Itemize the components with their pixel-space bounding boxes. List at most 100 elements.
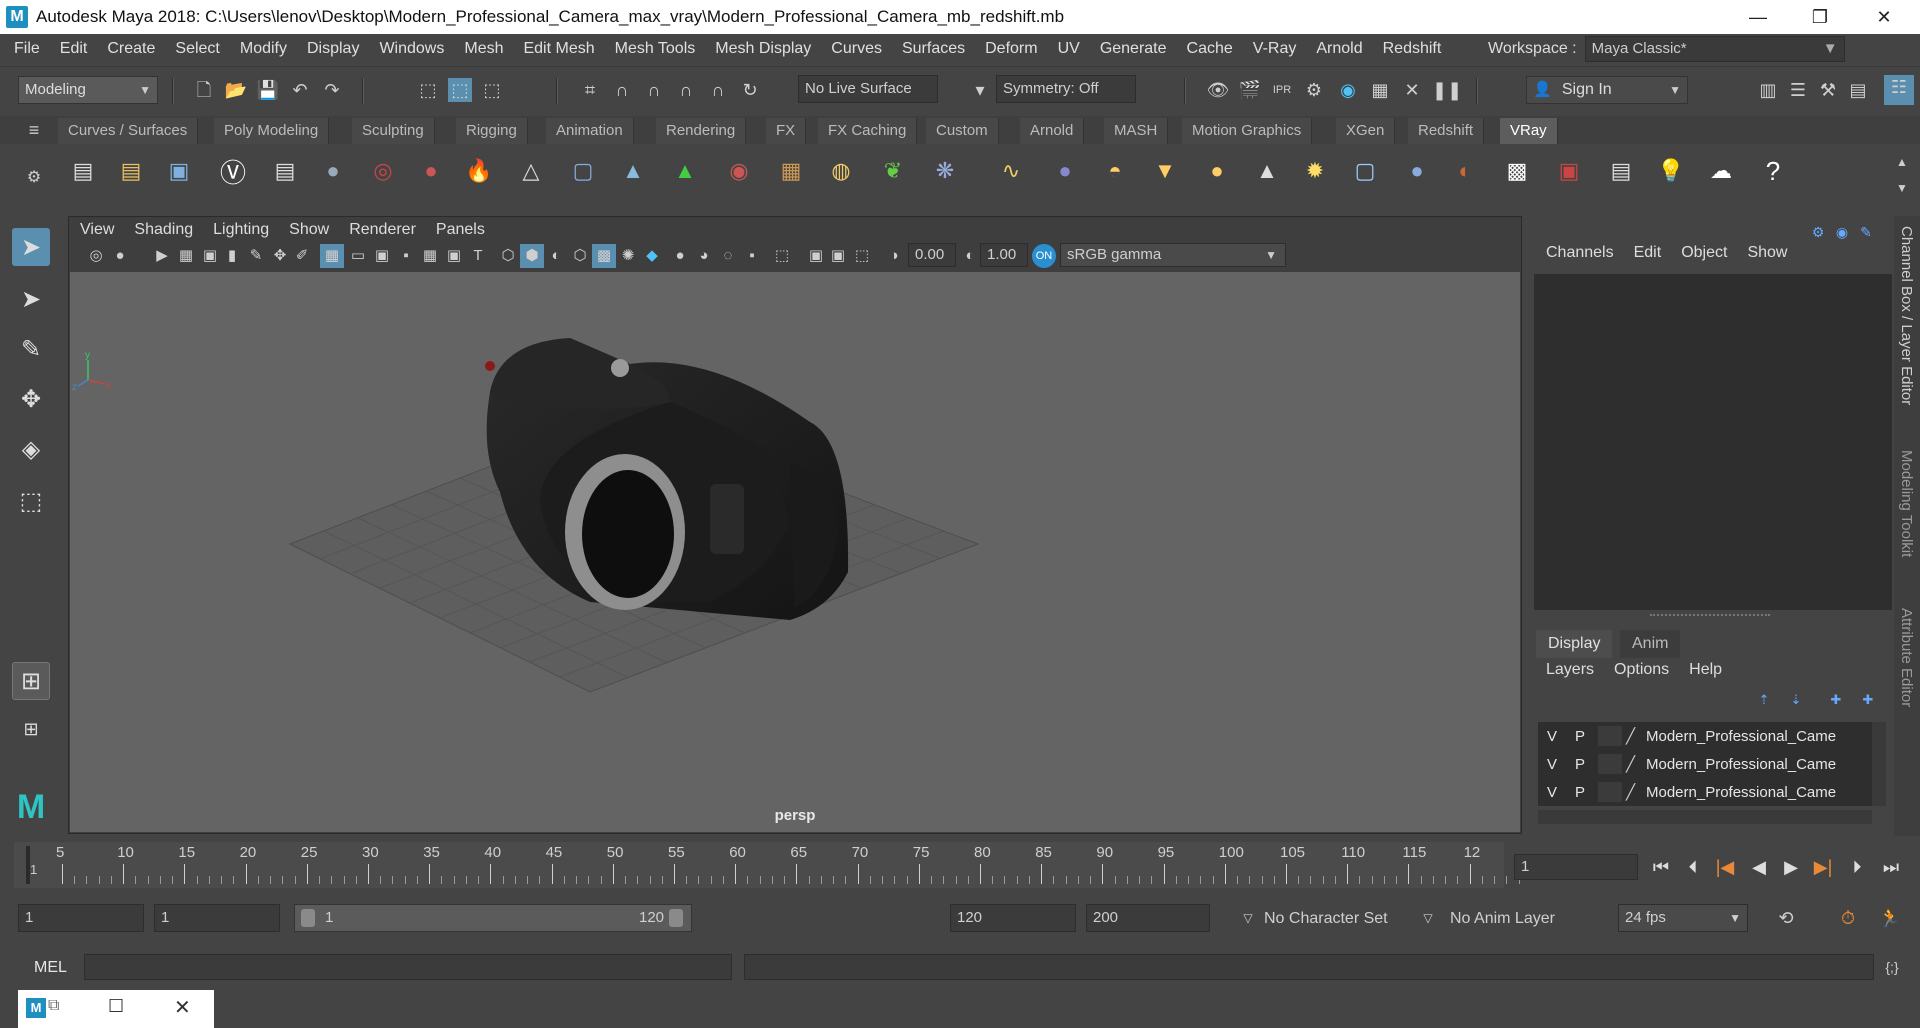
menu-redshift[interactable]: Redshift: [1373, 40, 1452, 58]
channel-box-menu-show[interactable]: Show: [1737, 244, 1797, 270]
use-all-lights-icon[interactable]: ✺: [616, 244, 640, 268]
viewport-menu-show[interactable]: Show: [279, 221, 339, 239]
close-small-icon[interactable]: ✕: [174, 995, 191, 1020]
viewport-menu-view[interactable]: View: [70, 221, 124, 239]
shelf-vray-folder-icon[interactable]: ▤: [110, 150, 152, 192]
menu-mesh[interactable]: Mesh: [454, 40, 513, 58]
select-camera-icon[interactable]: ◎: [84, 244, 108, 268]
image-plane-icon[interactable]: ▣: [198, 244, 222, 268]
shelf-vray-dome-icon[interactable]: ◍: [820, 150, 862, 192]
render-settings-icon[interactable]: ⚙: [1302, 78, 1326, 102]
shelf-vray-plane-icon[interactable]: △: [510, 150, 552, 192]
animation-preferences-icon[interactable]: 🏃: [1878, 906, 1902, 930]
shelf-vray-proxy-icon[interactable]: ▲: [612, 150, 654, 192]
move-layer-up-icon[interactable]: ⇡: [1752, 688, 1776, 712]
tab-display[interactable]: Display: [1536, 630, 1613, 658]
snap-live-icon[interactable]: ∩: [706, 78, 730, 102]
xray-icon[interactable]: ▣: [804, 244, 828, 268]
field-chart-icon[interactable]: ▦: [418, 244, 442, 268]
layer-playback-toggle[interactable]: P: [1566, 756, 1594, 773]
bookmark-icon[interactable]: ▮: [220, 244, 244, 268]
shelf-vray-cloud-icon[interactable]: ☁: [1700, 150, 1742, 192]
layer-menu-options[interactable]: Options: [1604, 658, 1679, 682]
new-layer-icon[interactable]: ✚: [1824, 688, 1848, 712]
shelf-vray-scatter-icon[interactable]: ❋: [924, 150, 966, 192]
redo-icon[interactable]: ↷: [320, 78, 344, 102]
mel-label[interactable]: MEL: [34, 959, 67, 977]
play-backward-icon[interactable]: ◀: [1744, 852, 1774, 882]
side-tab-channel-box[interactable]: Channel Box / Layer Editor: [1898, 226, 1915, 405]
grease-pencil-icon[interactable]: ✎: [244, 244, 268, 268]
wireframe-on-shaded-icon[interactable]: ⬡: [568, 244, 592, 268]
maximize-button[interactable]: ❐: [1792, 0, 1848, 34]
move-tool-icon[interactable]: ✥: [12, 380, 50, 418]
shelf-vray-omni-light-icon[interactable]: ●: [1196, 150, 1238, 192]
side-tab-attribute-editor[interactable]: Attribute Editor: [1898, 608, 1915, 707]
symmetry-field[interactable]: Symmetry: Off: [996, 75, 1136, 103]
shelf-tab-redshift[interactable]: Redshift: [1408, 118, 1485, 144]
textured-icon[interactable]: ▩: [592, 244, 616, 268]
resolution-gate-icon[interactable]: ▣: [370, 244, 394, 268]
layer-row[interactable]: V P ╱ Modern_Professional_Came: [1538, 778, 1872, 806]
3d-viewport[interactable]: y x z persp: [70, 272, 1520, 832]
lasso-tool-icon[interactable]: ➤: [12, 280, 50, 318]
layer-list-horizontal-scrollbar[interactable]: [1538, 810, 1872, 824]
fps-dropdown[interactable]: 24 fps ▼: [1618, 904, 1748, 932]
2d-pan-zoom-icon[interactable]: ✥: [268, 244, 292, 268]
pencil-icon[interactable]: ✐: [290, 244, 314, 268]
script-editor-icon[interactable]: {;}: [1880, 955, 1904, 979]
menu-generate[interactable]: Generate: [1090, 40, 1177, 58]
range-slider[interactable]: 1 120: [294, 904, 692, 932]
menu-uv[interactable]: UV: [1048, 40, 1090, 58]
shelf-vray-camera-icon[interactable]: ◎: [362, 150, 404, 192]
select-component-icon[interactable]: ⬚: [480, 78, 504, 102]
command-input[interactable]: [84, 954, 732, 980]
snap-view-plane-icon[interactable]: ∩: [674, 78, 698, 102]
menu-edit-mesh[interactable]: Edit Mesh: [513, 40, 604, 58]
exposure-field[interactable]: 0.00: [908, 243, 956, 267]
pause-icon[interactable]: ❚❚: [1432, 78, 1462, 102]
layer-editor-icon[interactable]: ◉: [1830, 220, 1854, 244]
layer-name[interactable]: Modern_Professional_Came: [1646, 756, 1852, 773]
gate-mask-icon[interactable]: ▪: [394, 244, 418, 268]
shelf-vray-ball-icon[interactable]: ●: [1396, 150, 1438, 192]
step-back-frame-icon[interactable]: |◀: [1710, 852, 1740, 882]
menu-create[interactable]: Create: [97, 40, 165, 58]
shelf-vray-bulb-icon[interactable]: 💡: [1650, 150, 1692, 192]
menu-windows[interactable]: Windows: [369, 40, 454, 58]
shelf-tab-fx[interactable]: FX: [766, 118, 807, 144]
safe-action-icon[interactable]: ▣: [442, 244, 466, 268]
loop-icon[interactable]: ⟲: [1774, 906, 1798, 930]
shelf-vray-frame-buffer-icon[interactable]: ▣: [158, 150, 200, 192]
shelf-vray-grass-icon[interactable]: ❦: [872, 150, 914, 192]
shelf-tab-curves-surfaces[interactable]: Curves / Surfaces: [58, 118, 199, 144]
viewport-menu-renderer[interactable]: Renderer: [339, 221, 426, 239]
shelf-vray-ies-icon[interactable]: ▲: [1246, 150, 1288, 192]
snap-rotate-icon[interactable]: ↻: [738, 78, 762, 102]
time-slider[interactable]: 1 5 10 15 20 25 30 35 40 45 50 55 60 65 70 75 80 85 90 95 1…: [14, 842, 1520, 888]
exposure-icon[interactable]: ◑: [882, 244, 906, 268]
menu-deform[interactable]: Deform: [975, 40, 1047, 58]
attribute-editor-icon[interactable]: ✎: [1854, 220, 1878, 244]
shelf-vray-material-icon[interactable]: ●: [312, 150, 354, 192]
playback-start-field[interactable]: 1: [154, 904, 280, 932]
channel-box-menu-edit[interactable]: Edit: [1624, 244, 1672, 270]
shelf-tab-fx-caching[interactable]: FX Caching: [818, 118, 918, 144]
layer-visibility-toggle[interactable]: V: [1538, 728, 1566, 745]
chevron-down-icon[interactable]: ▾: [968, 78, 992, 102]
sign-in-button[interactable]: 👤 Sign In ▼: [1526, 76, 1688, 104]
shelf-vray-mesh-light-icon[interactable]: ◉: [718, 150, 760, 192]
menu-mesh-display[interactable]: Mesh Display: [705, 40, 821, 58]
menu-cache[interactable]: Cache: [1177, 40, 1243, 58]
shelf-vray-sun-icon[interactable]: ✹: [1294, 150, 1336, 192]
snap-curve-icon[interactable]: ∩: [610, 78, 634, 102]
shelf-vray-spline-icon[interactable]: ∿: [990, 150, 1032, 192]
attribute-editor-icon[interactable]: ☰: [1786, 78, 1810, 102]
shelf-settings-icon[interactable]: ⚙: [22, 166, 46, 190]
shelf-tab-motion-graphics[interactable]: Motion Graphics: [1182, 118, 1313, 144]
open-scene-icon[interactable]: 📂: [224, 78, 248, 102]
anti-aliasing-icon[interactable]: ◌: [716, 244, 740, 268]
layer-playback-toggle[interactable]: P: [1566, 728, 1594, 745]
shelf-tab-arnold[interactable]: Arnold: [1020, 118, 1085, 144]
shelf-vray-settings-icon[interactable]: ▤: [62, 150, 104, 192]
